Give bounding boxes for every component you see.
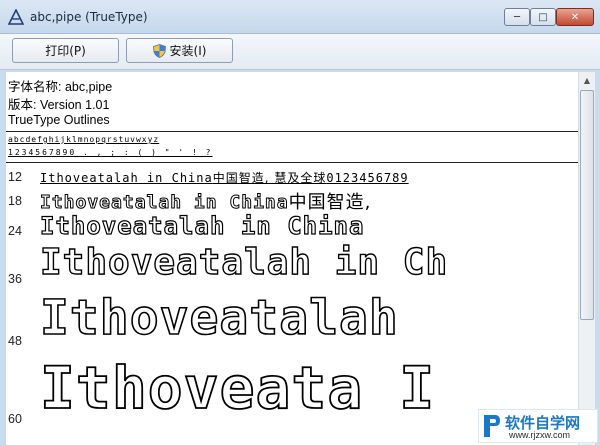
uac-shield-icon (152, 43, 166, 58)
size-label: 36 (8, 272, 22, 286)
install-button[interactable]: 安装(I) (126, 38, 233, 63)
sample-row-18: 18 Ithoveatalah in China中国智造, (6, 188, 578, 214)
sample-row-48: 48 Ithoveatalah (6, 289, 578, 352)
sample-latin: Ithoveatalah in Ch (39, 241, 449, 283)
sample-row-24: 24 Ithoveatalah in China (6, 211, 578, 244)
site-watermark: 软件自学网 www.rjzxw.com (478, 409, 598, 443)
sample-latin: Ithoveata I (39, 353, 436, 423)
sample-latin: Ithoveatalah in China (39, 211, 365, 240)
close-icon: ✕ (570, 11, 580, 23)
title-bar: abc,pipe (TrueType) ─ □ ✕ (0, 0, 600, 34)
divider (6, 162, 578, 163)
size-label: 18 (8, 194, 22, 208)
charset-digits: 1234567890 . , ; : ( ) " ' ! ? (8, 148, 213, 157)
watermark-url: www.rjzxw.com (509, 430, 571, 440)
sample-cjk: 中国智造, 慧及全球 (212, 171, 327, 185)
font-type-line: TrueType Outlines (8, 113, 110, 127)
close-button[interactable]: ✕ (556, 8, 594, 26)
font-version-line: 版本: Version 1.01 (8, 98, 110, 112)
scrollbar-thumb[interactable] (580, 90, 594, 320)
sample-text: Ithoveatalah in China中国智造, (40, 188, 371, 214)
site-logo-icon (484, 415, 500, 437)
minimize-button[interactable]: ─ (504, 8, 530, 26)
size-label: 12 (8, 170, 22, 184)
scroll-up-arrow-icon[interactable]: ▲ (579, 72, 595, 89)
sample-row-12: 12 Ithoveatalah in China中国智造, 慧及全球012345… (6, 168, 578, 186)
toolbar: 打印(P) 安装(I) (0, 34, 600, 70)
charset-lowercase: abcdefghijklmnopqrstuvwxyz (8, 135, 160, 144)
sample-digits: 0123456789 (326, 171, 409, 185)
font-name-line: 字体名称: abc,pipe (8, 80, 113, 94)
size-label: 60 (8, 412, 22, 426)
sample-cjk: 中国智造, (288, 192, 372, 213)
divider (6, 131, 578, 132)
print-button-label: 打印(P) (45, 44, 86, 58)
install-button-label: 安装(I) (169, 44, 207, 58)
sample-row-36: 36 Ithoveatalah in Ch (6, 241, 578, 288)
vertical-scrollbar[interactable]: ▲ (578, 72, 595, 445)
sample-latin: Ithoveatalah (39, 289, 399, 347)
maximize-button[interactable]: □ (530, 8, 556, 26)
window-title: abc,pipe (TrueType) (30, 10, 148, 24)
sample-latin: Ithoveatalah in China (40, 192, 289, 214)
font-preview-pane: 字体名称: abc,pipe 版本: Version 1.01 TrueType… (6, 72, 578, 445)
font-viewer-icon (8, 9, 24, 25)
size-label: 24 (8, 224, 22, 238)
print-button[interactable]: 打印(P) (12, 38, 119, 63)
maximize-icon: □ (538, 11, 548, 23)
sample-text: Ithoveatalah in China中国智造, 慧及全球012345678… (40, 169, 409, 186)
size-label: 48 (8, 334, 22, 348)
sample-latin: Ithoveatalah in China (40, 171, 213, 185)
minimize-icon: ─ (513, 11, 521, 23)
